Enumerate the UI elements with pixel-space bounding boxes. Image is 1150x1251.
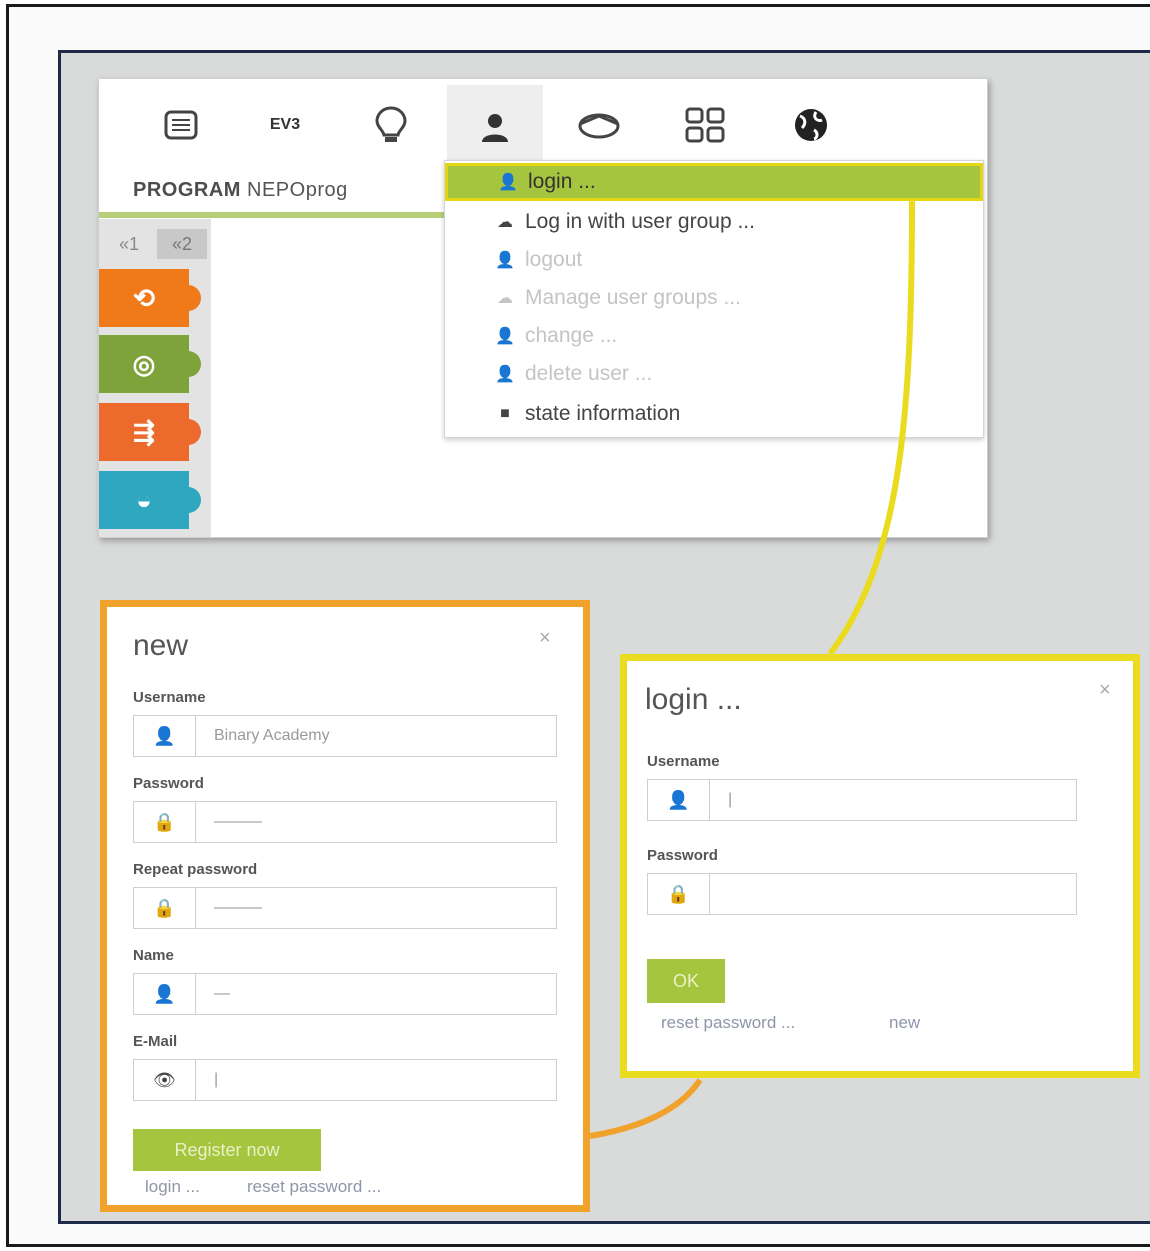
name-value: — [214,985,230,1002]
repeat-password-label: Repeat password [133,861,258,878]
repeat-password-field[interactable]: 🔒 ——— [133,887,557,929]
name-label: Name [133,947,174,964]
login-dialog: login ... × Username 👤 | Password 🔒 OK r… [620,654,1140,1078]
password-label: Password [647,847,718,864]
password-field[interactable]: 🔒 ——— [133,801,557,843]
eye-icon: 👁 [134,1060,196,1100]
dialog-title: new [133,629,189,662]
lock-icon: 🔒 [134,802,196,842]
reset-password-link[interactable]: reset password ... [247,1177,381,1197]
register-connector [589,1078,703,1139]
login-link[interactable]: login ... [145,1177,200,1197]
reset-password-link[interactable]: reset password ... [661,1013,795,1033]
lock-icon: 🔒 [134,888,196,928]
close-icon[interactable]: × [539,627,551,650]
register-dialog: new × Username 👤 Binary Academy Password… [100,600,590,1212]
username-label: Username [647,753,720,770]
username-field[interactable]: 👤 | [647,779,1077,821]
login-connector [827,199,915,656]
email-value: | [214,1071,219,1088]
email-label: E-Mail [133,1033,178,1050]
username-value: | [728,791,733,808]
username-value: Binary Academy [214,727,330,744]
user-icon: 👤 [648,780,710,820]
password-value: ——— [214,813,262,830]
ok-button[interactable]: OK [647,959,725,1003]
password-field[interactable]: 🔒 [647,873,1077,915]
new-link[interactable]: new [889,1013,920,1033]
user-outline-icon: 👤 [134,974,196,1014]
register-button[interactable]: Register now [133,1129,321,1171]
user-icon: 👤 [134,716,196,756]
password-label: Password [133,775,204,792]
username-field[interactable]: 👤 Binary Academy [133,715,557,757]
lock-icon: 🔒 [648,874,710,914]
repeat-password-value: ——— [214,899,262,916]
email-field[interactable]: 👁 | [133,1059,557,1101]
dialog-title: login ... [645,683,742,716]
close-icon[interactable]: × [1099,679,1111,702]
username-label: Username [133,689,206,706]
name-field[interactable]: 👤 — [133,973,557,1015]
